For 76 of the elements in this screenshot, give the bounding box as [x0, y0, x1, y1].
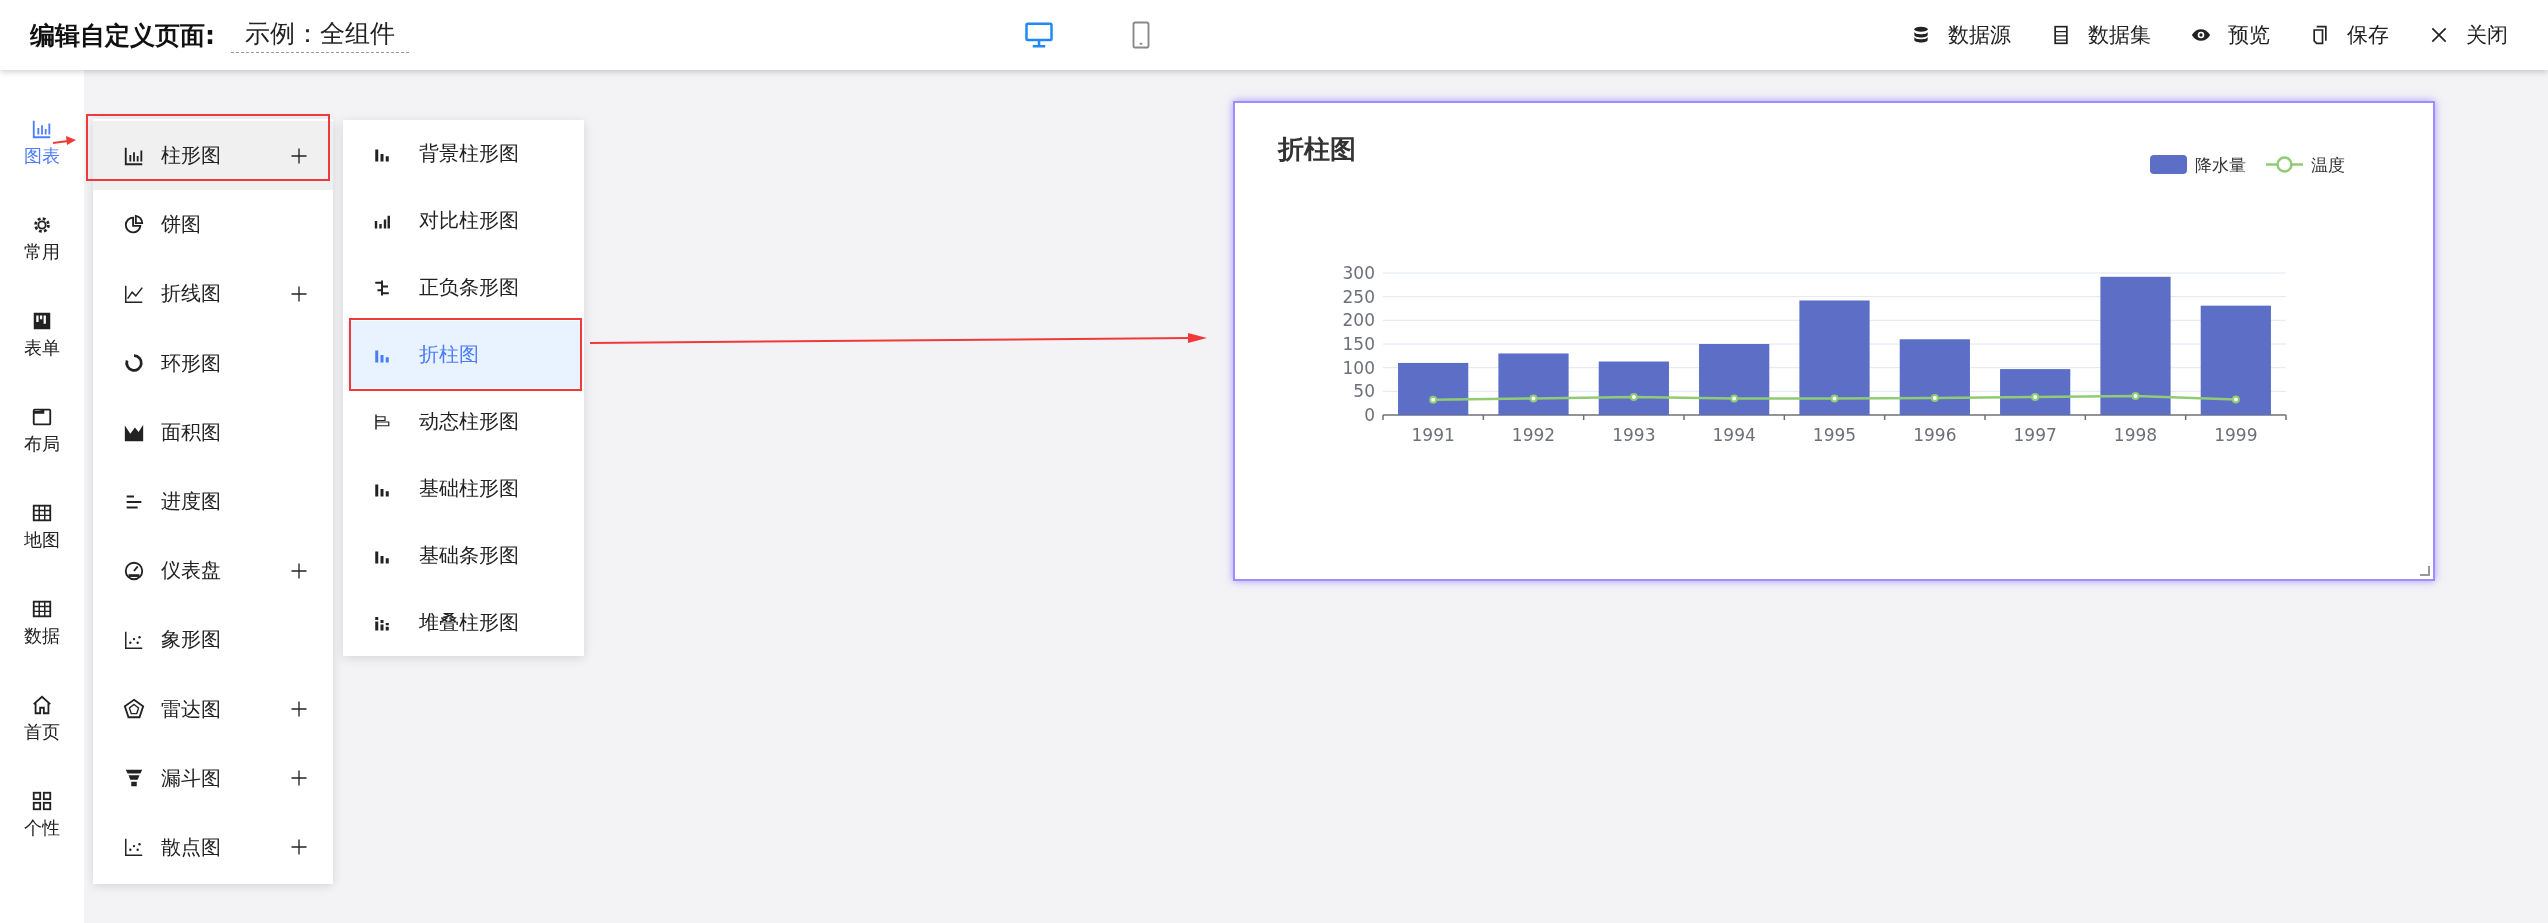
close-button[interactable]: 关闭 — [2409, 21, 2528, 49]
x-axis-label: 1998 — [2113, 425, 2158, 445]
page-name-field[interactable]: 示例：全组件 — [231, 17, 409, 53]
chart-type-item[interactable]: 饼图 — [93, 190, 333, 260]
x-axis-label: 1996 — [1913, 425, 1957, 445]
four-squares-icon — [31, 790, 53, 812]
chart-variant-item[interactable]: 正负条形图 — [343, 254, 584, 321]
x-axis-label: 1992 — [1511, 425, 1556, 445]
annotation-arrow — [52, 136, 76, 145]
x-axis-label: 1991 — [1411, 425, 1455, 445]
y-axis-label: 150 — [1342, 334, 1375, 354]
pentagon-icon — [123, 698, 145, 721]
chart-variant-item[interactable]: 堆叠柱形图 — [343, 589, 584, 656]
chart-type-item[interactable]: 环形图 — [93, 328, 333, 398]
sidebar-item[interactable]: 数据 — [0, 598, 84, 694]
chart-type-item[interactable]: 折线图 — [93, 259, 333, 329]
chart-variant-item[interactable]: 基础条形图 — [343, 522, 584, 589]
desktop-view-toggle[interactable] — [1024, 20, 1054, 50]
chart-variant-item[interactable]: 对比柱形图 — [343, 187, 584, 254]
chart-type-item[interactable]: 散点图 — [93, 812, 333, 883]
chart-type-item[interactable]: 雷达图 — [93, 674, 333, 744]
chart-type-item[interactable]: 象形图 — [93, 605, 333, 675]
y-axis-label: 50 — [1353, 381, 1375, 402]
y-axis-label: 0 — [1364, 405, 1375, 425]
legend-label[interactable]: 降水量 — [2195, 155, 2246, 175]
chart-title: 折柱图 — [1278, 134, 1356, 164]
x-axis-label: 1994 — [1712, 425, 1756, 445]
x-axis-label: 1999 — [2214, 425, 2258, 445]
y-axis-label: 200 — [1342, 310, 1375, 331]
legend-label[interactable]: 温度 — [2311, 155, 2345, 175]
settings-icon — [31, 214, 53, 236]
resize-handle[interactable] — [2420, 566, 2430, 576]
home-icon — [31, 694, 53, 716]
y-axis-label: 250 — [1342, 286, 1375, 307]
x-axis-label: 1993 — [1612, 425, 1656, 445]
legend-line-icon — [2266, 156, 2303, 173]
save-button[interactable]: 保存 — [2290, 21, 2409, 49]
bar-chart-icon — [31, 118, 53, 140]
scatter-chart-icon — [123, 836, 145, 859]
pie-chart-icon — [123, 213, 145, 236]
preview-button[interactable]: 预览 — [2171, 21, 2290, 49]
chart-type-item[interactable]: 柱形图 — [93, 121, 333, 191]
y-axis-label: 300 — [1342, 263, 1375, 283]
sidebar-item[interactable]: 图表 — [0, 118, 84, 214]
horizontal-bars-icon — [373, 412, 391, 431]
sidebar-item[interactable]: 常用 — [0, 214, 84, 310]
grid-icon — [31, 598, 53, 620]
grid-icon — [31, 502, 53, 524]
legend-swatch — [2150, 155, 2187, 174]
dataset-button[interactable]: 数据集 — [2031, 21, 2171, 49]
copy-icon — [2310, 25, 2330, 45]
x-axis-label: 1997 — [2013, 425, 2057, 445]
gauge-icon — [123, 559, 145, 582]
chart-variant-item[interactable]: 动态柱形图 — [343, 388, 584, 455]
data-source-button[interactable]: 数据源 — [1891, 21, 2031, 49]
chart-type-item[interactable]: 漏斗图 — [93, 743, 333, 813]
page-title: 编辑自定义页面: — [30, 19, 215, 52]
chart-variant-item[interactable]: 基础柱形图 — [343, 455, 584, 522]
close-icon — [2429, 25, 2449, 45]
x-axis-label: 1995 — [1812, 425, 1857, 445]
diverging-bars-icon — [373, 278, 391, 297]
y-axis-label: 100 — [1342, 357, 1375, 378]
sidebar-item[interactable]: 地图 — [0, 502, 84, 598]
sidebar-item[interactable]: 首页 — [0, 694, 84, 790]
chart-type-item[interactable]: 进度图 — [93, 466, 333, 537]
board-icon — [31, 310, 53, 332]
sidebar-item[interactable]: 表单 — [0, 310, 84, 406]
window-icon — [31, 406, 53, 428]
sidebar-item[interactable]: 布局 — [0, 406, 84, 502]
chart-type-item[interactable]: 仪表盘 — [93, 536, 333, 606]
chart-variant-item[interactable]: 背景柱形图 — [343, 120, 584, 187]
table-icon — [2051, 25, 2071, 45]
sidebar-item[interactable]: 个性 — [0, 790, 84, 886]
database-icon — [1911, 25, 1931, 45]
ring-icon — [123, 352, 145, 375]
chart-type-item[interactable]: 面积图 — [93, 397, 333, 467]
